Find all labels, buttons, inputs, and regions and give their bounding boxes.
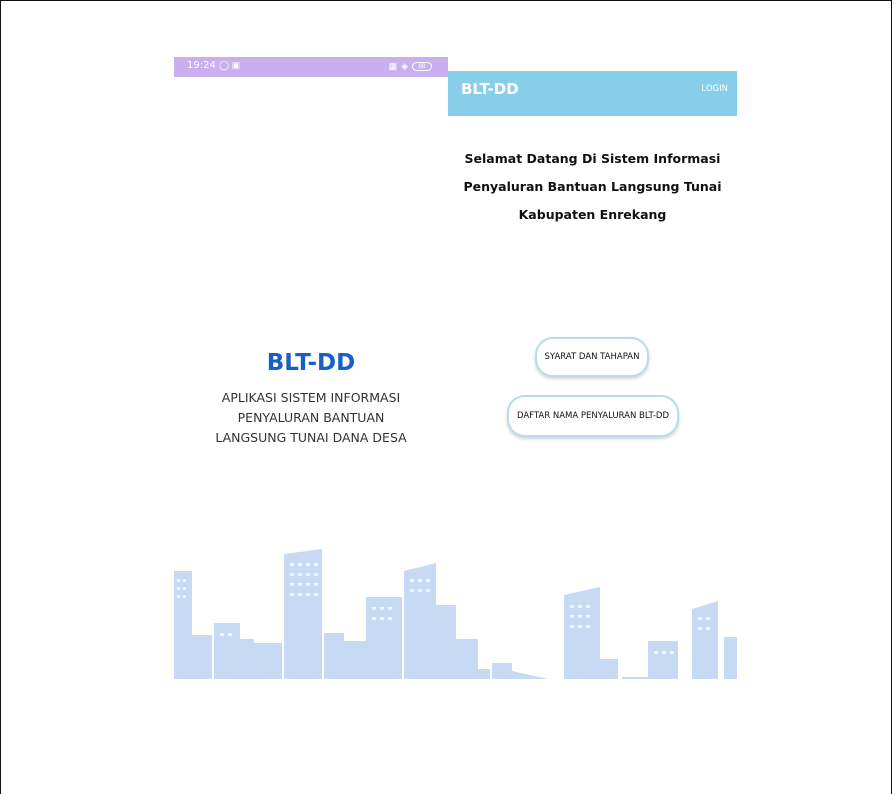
notification-icons: ◯ ▣ bbox=[219, 60, 240, 71]
login-button[interactable]: LOGIN bbox=[701, 84, 728, 94]
recipient-list-button[interactable]: DAFTAR NAMA PENYALURAN BLT-DD bbox=[507, 395, 679, 437]
welcome-text: Selamat Datang Di Sistem Informasi Penya… bbox=[448, 145, 737, 229]
requirements-button[interactable]: SYARAT DAN TAHAPAN bbox=[535, 337, 649, 377]
status-right-icons: ▦ ◈ 88 bbox=[389, 61, 432, 72]
signal-icon: ▦ bbox=[388, 61, 398, 71]
whatsapp-icon: ◯ bbox=[219, 60, 230, 70]
subtitle-line: LANGSUNG TUNAI DANA DESA bbox=[215, 430, 407, 445]
home-screen: BLT-DD LOGIN Selamat Datang Di Sistem In… bbox=[448, 71, 737, 679]
status-time: 19:24 bbox=[187, 60, 216, 71]
welcome-line: Penyaluran Bantuan Langsung Tunai bbox=[463, 179, 722, 194]
splash-screen: 19:24 ◯ ▣ ▦ ◈ 88 BLT-DD APLIKASI SISTEM … bbox=[174, 57, 448, 679]
status-bar: 19:24 ◯ ▣ ▦ ◈ 88 bbox=[174, 57, 448, 77]
wifi-icon: ◈ bbox=[401, 61, 408, 71]
appbar-title: BLT-DD bbox=[461, 80, 519, 98]
city-skyline-illustration bbox=[174, 549, 448, 679]
welcome-line: Selamat Datang Di Sistem Informasi bbox=[464, 151, 721, 166]
subtitle-line: PENYALURAN BANTUAN bbox=[237, 410, 385, 425]
subtitle-line: APLIKASI SISTEM INFORMASI bbox=[221, 390, 401, 405]
calendar-icon: ▣ bbox=[231, 60, 241, 70]
app-bar: BLT-DD LOGIN bbox=[448, 71, 737, 116]
welcome-line: Kabupaten Enrekang bbox=[518, 207, 667, 222]
app-subtitle: APLIKASI SISTEM INFORMASI PENYALURAN BAN… bbox=[174, 388, 448, 448]
city-skyline-illustration bbox=[448, 587, 737, 679]
app-title: BLT-DD bbox=[266, 350, 356, 376]
battery-icon: 88 bbox=[412, 62, 432, 71]
